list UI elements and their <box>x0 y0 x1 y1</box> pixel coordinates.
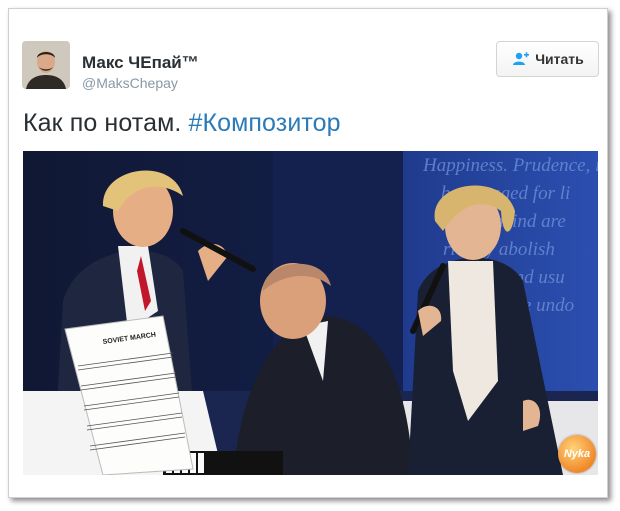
tweet-card: Макс ЧЕпай™ @MaksChepay Читать Как по но… <box>8 8 608 498</box>
tweet-text: Как по нотам. #Композитор <box>23 109 341 138</box>
follow-button-label: Читать <box>535 51 584 67</box>
media-scene: Happiness. Prudence, in be changed for l… <box>23 151 598 475</box>
hashtag-link[interactable]: #Композитор <box>188 109 340 137</box>
avatar[interactable] <box>22 41 70 89</box>
author-display-name[interactable]: Макс ЧЕпай™ <box>82 53 199 73</box>
avatar-image <box>22 41 70 89</box>
backdrop-line: e undo <box>523 295 574 316</box>
tweet-text-main: Как по нотам. <box>23 109 182 137</box>
follow-button[interactable]: Читать <box>496 41 599 77</box>
backdrop-line: Happiness. Prudence, in <box>422 155 598 176</box>
tweet-media-image[interactable]: Happiness. Prudence, in be changed for l… <box>23 151 598 475</box>
author-handle[interactable]: @MaksChepay <box>82 75 178 91</box>
watermark-logo: Nyka <box>558 435 596 473</box>
add-user-icon <box>511 52 530 66</box>
